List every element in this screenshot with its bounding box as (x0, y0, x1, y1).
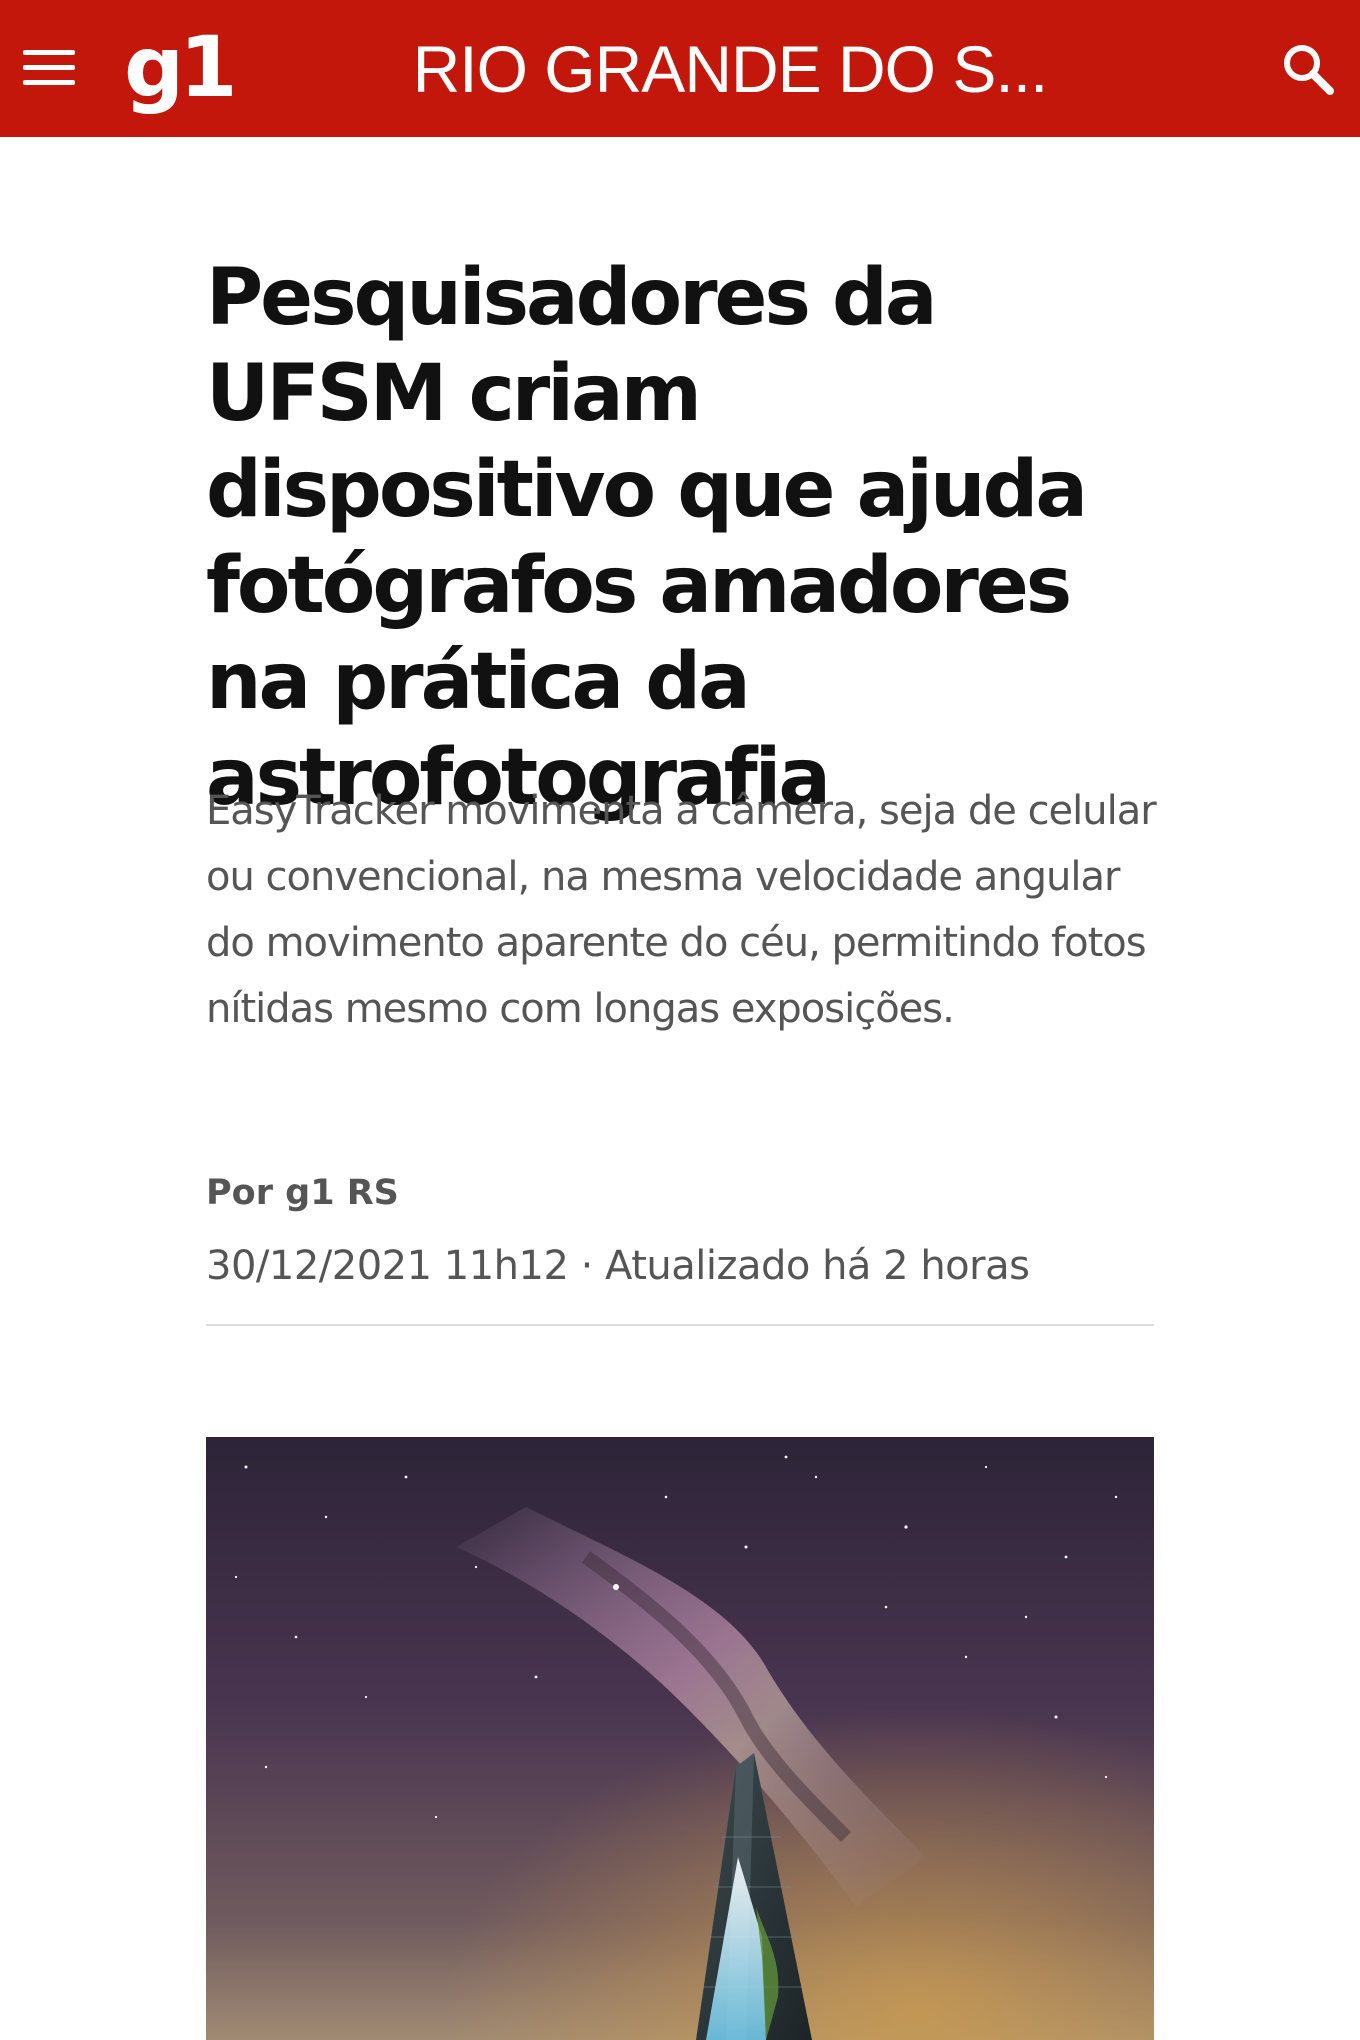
astrophotography-image (206, 1437, 1154, 2040)
article-byline[interactable]: Por g1 RS (206, 1168, 399, 1218)
article-dateline: 30/12/2021 11h12 · Atualizado há 2 horas (206, 1243, 1030, 1289)
article-main-photo[interactable] (206, 1437, 1154, 2040)
meta-divider (206, 1324, 1154, 1326)
horizon-glow (206, 1437, 1154, 2040)
article-subtitle: EasyTracker movimenta a câmera, seja de … (206, 788, 1157, 1032)
menu-line (23, 65, 75, 70)
search-icon-handle (1309, 70, 1334, 95)
top-navigation-bar: g1 RIO GRANDE DO S... (0, 0, 1360, 137)
hamburger-menu-icon[interactable] (18, 45, 80, 93)
search-icon[interactable] (1278, 39, 1338, 99)
section-title[interactable]: RIO GRANDE DO S... (390, 24, 1070, 114)
g1-logo[interactable]: g1 (124, 22, 238, 112)
menu-line (23, 80, 75, 85)
menu-line (23, 50, 75, 55)
article-headline: Pesquisadores da UFSM criam dispositivo … (206, 253, 1088, 823)
